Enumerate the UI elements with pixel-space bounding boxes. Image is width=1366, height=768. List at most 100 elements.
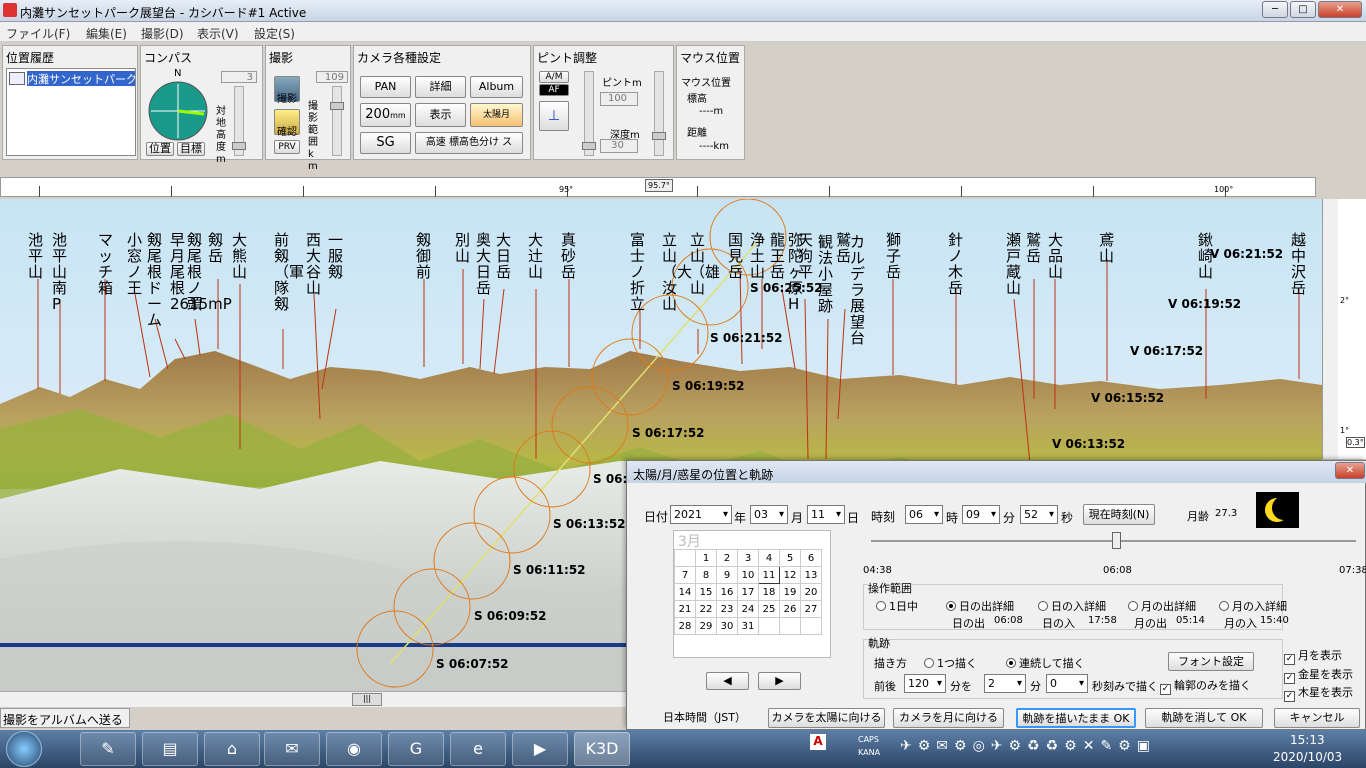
next-month-button[interactable]: ▶ bbox=[758, 672, 801, 690]
calendar-grid[interactable]: 1 2 3 4 5 6 7 8 9 10 11 12 13 14 15 16 17 18 19 20 21 22 23 24 2… bbox=[674, 549, 822, 635]
taskbar-k3d-icon[interactable]: K3D bbox=[574, 732, 630, 766]
calendar-day[interactable]: 1 bbox=[695, 549, 717, 567]
calendar-day[interactable]: 30 bbox=[716, 617, 738, 635]
point-sun-button[interactable]: カメラを太陽に向ける bbox=[768, 708, 885, 728]
calendar-day[interactable] bbox=[758, 617, 780, 635]
calendar-day[interactable]: 24 bbox=[737, 600, 759, 618]
sun-moon-button[interactable]: 太陽月 bbox=[470, 103, 523, 127]
day-select[interactable]: 11 bbox=[807, 505, 845, 524]
calendar-day[interactable]: 10 bbox=[737, 566, 759, 584]
cancel-button[interactable]: キャンセル bbox=[1274, 708, 1360, 728]
confirm-button[interactable]: 確認 bbox=[274, 109, 300, 138]
calendar-day[interactable]: 19 bbox=[779, 583, 801, 601]
calendar-day[interactable]: 9 bbox=[716, 566, 738, 584]
taskbar-g-icon[interactable]: G bbox=[388, 732, 444, 766]
show-jupiter-checkbox[interactable]: ✓ 木星を表示 bbox=[1284, 684, 1353, 702]
calendar-day[interactable]: 18 bbox=[758, 583, 780, 601]
range-all-day[interactable]: 1日中 bbox=[876, 598, 918, 614]
shoot-button[interactable]: 撮影 bbox=[274, 76, 300, 105]
calendar-day[interactable]: 15 bbox=[695, 583, 717, 601]
calendar-day[interactable]: 26 bbox=[779, 600, 801, 618]
pan-button[interactable]: PAN bbox=[360, 76, 411, 98]
calendar-day[interactable]: 11 bbox=[758, 566, 780, 584]
calendar-day[interactable]: 22 bbox=[695, 600, 717, 618]
taskbar-ie-icon[interactable]: e bbox=[450, 732, 506, 766]
scroll-thumb[interactable]: ||| bbox=[352, 693, 382, 706]
calendar-day[interactable]: 16 bbox=[716, 583, 738, 601]
calendar-day[interactable]: 6 bbox=[800, 549, 822, 567]
range-moonset[interactable]: 月の入詳細 bbox=[1219, 598, 1287, 614]
calendar-day[interactable]: 3 bbox=[737, 549, 759, 567]
menu-settings[interactable]: 設定(S) bbox=[254, 25, 295, 42]
menu-shoot[interactable]: 撮影(D) bbox=[141, 25, 184, 42]
calendar-day[interactable]: 14 bbox=[674, 583, 696, 601]
detail-button[interactable]: 詳細 bbox=[415, 76, 466, 98]
sg-button[interactable]: SG bbox=[360, 132, 411, 154]
show-moon-checkbox[interactable]: ✓ 月を表示 bbox=[1284, 647, 1342, 665]
show-venus-checkbox[interactable]: ✓ 金星を表示 bbox=[1284, 666, 1353, 684]
calendar-day[interactable]: 8 bbox=[695, 566, 717, 584]
calendar-day[interactable] bbox=[779, 617, 801, 635]
draw-continuous-radio[interactable]: 連続して描く bbox=[1006, 655, 1085, 671]
taskbar-tools-icon[interactable]: ✎ bbox=[80, 732, 136, 766]
height-slider[interactable] bbox=[232, 86, 246, 156]
step-minute-spinner[interactable]: 2 bbox=[984, 674, 1026, 693]
time-slider-thumb[interactable] bbox=[1112, 532, 1121, 549]
range-slider[interactable] bbox=[330, 86, 344, 156]
range-sunset[interactable]: 日の入詳細 bbox=[1038, 598, 1106, 614]
calendar-day[interactable]: 23 bbox=[716, 600, 738, 618]
system-tray-icons[interactable]: ✈⚙✉⚙◎✈⚙♻♻⚙✕✎⚙▣ bbox=[900, 738, 1260, 758]
calendar-day[interactable]: 4 bbox=[758, 549, 780, 567]
calendar-day[interactable]: 25 bbox=[758, 600, 780, 618]
year-select[interactable]: 2021 bbox=[670, 505, 732, 524]
calendar-day[interactable]: 17 bbox=[737, 583, 759, 601]
hour-select[interactable]: 06 bbox=[905, 505, 943, 524]
compass-dial[interactable] bbox=[147, 80, 209, 142]
range-sunrise[interactable]: 日の出詳細 bbox=[946, 598, 1014, 614]
calendar-day[interactable]: 7 bbox=[674, 566, 696, 584]
focus-target-icon[interactable]: ⊥ bbox=[539, 101, 569, 131]
outline-only-checkbox[interactable]: ✓ 輪郭のみを描く bbox=[1160, 677, 1251, 695]
tray-a-icon[interactable]: A bbox=[810, 734, 826, 750]
taskbar-mail-icon[interactable]: ✉ bbox=[264, 732, 320, 766]
menu-edit[interactable]: 編集(E) bbox=[86, 25, 127, 42]
range-moonrise[interactable]: 月の出詳細 bbox=[1128, 598, 1196, 614]
calendar-day[interactable]: 29 bbox=[695, 617, 717, 635]
focus-slider-left[interactable] bbox=[582, 71, 596, 156]
menu-view[interactable]: 表示(V) bbox=[197, 25, 239, 42]
month-select[interactable]: 03 bbox=[750, 505, 788, 524]
calendar-day[interactable]: 5 bbox=[779, 549, 801, 567]
send-to-album-status[interactable]: 撮影をアルバムへ送る bbox=[0, 708, 130, 728]
minimize-button[interactable]: ─ bbox=[1262, 1, 1288, 18]
position-button[interactable]: 位置 bbox=[146, 142, 174, 156]
elevation-color-button[interactable]: 高速 標高色分け ス bbox=[415, 132, 523, 154]
azimuth-ruler[interactable]: 95° 95.7° 100° bbox=[0, 177, 1316, 197]
calendar[interactable]: 3月 1 2 3 4 5 6 7 8 9 10 11 12 13 14 15 16 17 18 19 20 21 22 23… bbox=[673, 530, 831, 658]
calendar-day[interactable]: 27 bbox=[800, 600, 822, 618]
calendar-day[interactable]: 2 bbox=[716, 549, 738, 567]
taskbar-folder-icon[interactable]: ▤ bbox=[142, 732, 198, 766]
before-after-spinner[interactable]: 120 bbox=[904, 674, 946, 693]
point-moon-button[interactable]: カメラを月に向ける bbox=[893, 708, 1004, 728]
taskbar-media-icon[interactable]: ▶ bbox=[512, 732, 568, 766]
dialog-close-button[interactable]: ✕ bbox=[1335, 462, 1365, 479]
display-button[interactable]: 表示 bbox=[415, 103, 466, 127]
location-item[interactable]: 内灘サンセットパーク展 bbox=[27, 71, 135, 86]
taskbar-firefox-icon[interactable]: ◉ bbox=[326, 732, 382, 766]
minute-select[interactable]: 09 bbox=[962, 505, 1000, 524]
calendar-day[interactable]: 21 bbox=[674, 600, 696, 618]
start-button[interactable] bbox=[6, 731, 42, 767]
current-time-button[interactable]: 現在時刻(N) bbox=[1083, 504, 1155, 525]
step-second-spinner[interactable]: 0 bbox=[1046, 674, 1088, 693]
depth-slider[interactable] bbox=[652, 71, 666, 156]
range-field[interactable]: 109 bbox=[316, 71, 348, 83]
maximize-button[interactable]: □ bbox=[1290, 1, 1316, 18]
menu-file[interactable]: ファイル(F) bbox=[6, 25, 70, 42]
calendar-day[interactable]: 20 bbox=[800, 583, 822, 601]
clear-track-ok-button[interactable]: 軌跡を消して OK bbox=[1145, 708, 1263, 728]
draw-once-radio[interactable]: 1つ描く bbox=[924, 655, 977, 671]
am-button[interactable]: A/M bbox=[539, 71, 569, 83]
calendar-day[interactable]: 31 bbox=[737, 617, 759, 635]
focus-distance-field[interactable]: 100 bbox=[600, 92, 638, 106]
horizontal-scrollbar[interactable]: ||| bbox=[0, 691, 626, 707]
